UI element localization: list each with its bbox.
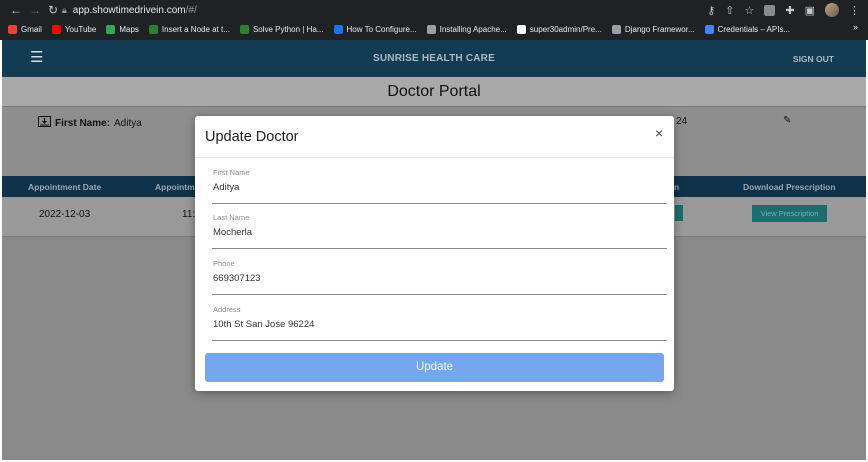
phone-field-label: Phone [213, 259, 235, 268]
bookmark-label: Django Framewor... [624, 24, 695, 34]
address-field[interactable]: Address 10th St San Jose 96224 [212, 305, 667, 341]
bookmark-item[interactable]: Solve Python | Ha... [239, 24, 324, 34]
url-field[interactable]: 🔒︎ app.showtimedrivein.com/#/ [62, 2, 702, 18]
lock-icon: 🔒︎ [62, 5, 67, 15]
update-doctor-modal: Update Doctor × First Name Aditya Last N… [195, 116, 674, 391]
address-field-value[interactable]: 10th St San Jose 96224 [213, 319, 314, 330]
address-bar-row: ← → ↻ 🔒︎ app.showtimedrivein.com/#/ ⚷ ⇧ ☆… [0, 0, 868, 20]
phone-field[interactable]: Phone 669307123 [212, 259, 667, 295]
app-header: ☰ SUNRISE HEALTH CARE SIGN OUT [2, 40, 866, 77]
column-header-time: Appointm [155, 182, 195, 192]
bookmark-favicon-icon [106, 24, 116, 34]
page-title: Doctor Portal [2, 77, 866, 107]
bookmark-item[interactable]: How To Configure... [333, 24, 417, 34]
bookmark-favicon-icon [426, 24, 436, 34]
extension-icon[interactable] [764, 4, 776, 16]
update-button[interactable]: Update [205, 353, 664, 382]
bookmarks-bar: Gmail YouTube Maps Insert a Node at t... Sol… [0, 20, 868, 38]
sign-out-button[interactable]: SIGN OUT [793, 54, 834, 64]
back-icon[interactable]: ← [10, 3, 22, 17]
sidepanel-icon[interactable]: ▣ [805, 4, 815, 17]
profile-avatar[interactable] [825, 3, 839, 17]
phone-field-value[interactable]: 669307123 [213, 273, 261, 284]
first-name-field[interactable]: First Name Aditya [212, 168, 667, 204]
first-name-field-value[interactable]: Aditya [213, 182, 239, 193]
bookmark-item[interactable]: Django Framewor... [611, 24, 695, 34]
first-name-display: First Name: Aditya [38, 116, 142, 130]
id-card-icon [38, 116, 51, 130]
bookmark-label: Insert a Node at t... [161, 24, 230, 34]
bookmark-favicon-icon [51, 24, 61, 34]
bookmark-label: Solve Python | Ha... [252, 24, 324, 34]
bookmark-item[interactable]: Maps [106, 24, 139, 34]
bookmark-label: Credentials – APIs... [717, 24, 791, 34]
first-name-field-label: First Name [213, 168, 250, 177]
last-name-field[interactable]: Last Name Mocherla [212, 213, 667, 249]
bookmarks-more-icon[interactable]: » [853, 22, 858, 32]
bookmark-favicon-icon [611, 24, 621, 34]
first-name-label: First Name: [55, 117, 111, 129]
url-host: app.showtimedrivein.com [72, 5, 186, 16]
column-header-download: Download Prescription [743, 182, 836, 192]
bookmark-label: Installing Apache... [439, 24, 507, 34]
bookmark-item[interactable]: YouTube [51, 24, 97, 34]
column-header-date: Appointment Date [28, 182, 102, 192]
bookmark-label: super30admin/Pre... [529, 24, 602, 34]
bookmark-favicon-icon [704, 24, 714, 34]
edit-icon[interactable]: ✎ [783, 115, 791, 126]
appointment-date-cell: 2022-12-03 [39, 209, 91, 220]
share-icon[interactable]: ⇧ [725, 4, 734, 17]
first-name-value: Aditya [114, 117, 142, 129]
url-path: /#/ [185, 5, 197, 16]
toolbar-icons: ⚷ ⇧ ☆ ✚ ▣ ⋮ [707, 2, 860, 18]
bookmark-label: YouTube [64, 24, 97, 34]
bookmark-label: Gmail [21, 24, 42, 34]
kebab-menu-icon[interactable]: ⋮ [849, 4, 860, 17]
appointment-time-cell: 11: [182, 209, 196, 220]
bookmark-favicon-icon [239, 24, 249, 34]
star-icon[interactable]: ☆ [745, 4, 755, 17]
bookmark-favicon-icon [333, 24, 343, 34]
bookmark-label: How To Configure... [346, 24, 417, 34]
last-name-field-value[interactable]: Mocherla [213, 227, 252, 238]
bookmark-item[interactable]: Installing Apache... [426, 24, 507, 34]
puzzle-icon[interactable]: ✚ [785, 4, 794, 17]
bookmark-favicon-icon [148, 24, 158, 34]
browser-chrome: ← → ↻ 🔒︎ app.showtimedrivein.com/#/ ⚷ ⇧ ☆… [0, 0, 868, 40]
view-prescription-button[interactable]: View Prescription [752, 205, 827, 222]
key-icon[interactable]: ⚷ [707, 4, 715, 17]
bookmark-label: Maps [119, 24, 139, 34]
bookmark-item[interactable]: Credentials – APIs... [704, 24, 791, 34]
brand-title: SUNRISE HEALTH CARE [373, 53, 495, 64]
bookmark-item[interactable]: Insert a Node at t... [148, 24, 230, 34]
reload-icon[interactable]: ↻ [48, 3, 58, 17]
address-field-label: Address [213, 305, 241, 314]
address-fragment: 24 [676, 116, 688, 127]
last-name-field-label: Last Name [213, 213, 250, 222]
action-button-partial[interactable] [675, 205, 683, 221]
forward-icon[interactable]: → [29, 3, 41, 17]
bookmark-favicon-icon [8, 24, 17, 34]
bookmark-item[interactable]: super30admin/Pre... [516, 24, 602, 34]
close-icon[interactable]: × [655, 126, 663, 140]
bookmark-favicon-icon [516, 24, 526, 34]
bookmark-item[interactable]: Gmail [8, 24, 42, 34]
modal-divider [195, 157, 674, 158]
column-header-partial: n [674, 182, 680, 192]
modal-title: Update Doctor [205, 129, 299, 145]
